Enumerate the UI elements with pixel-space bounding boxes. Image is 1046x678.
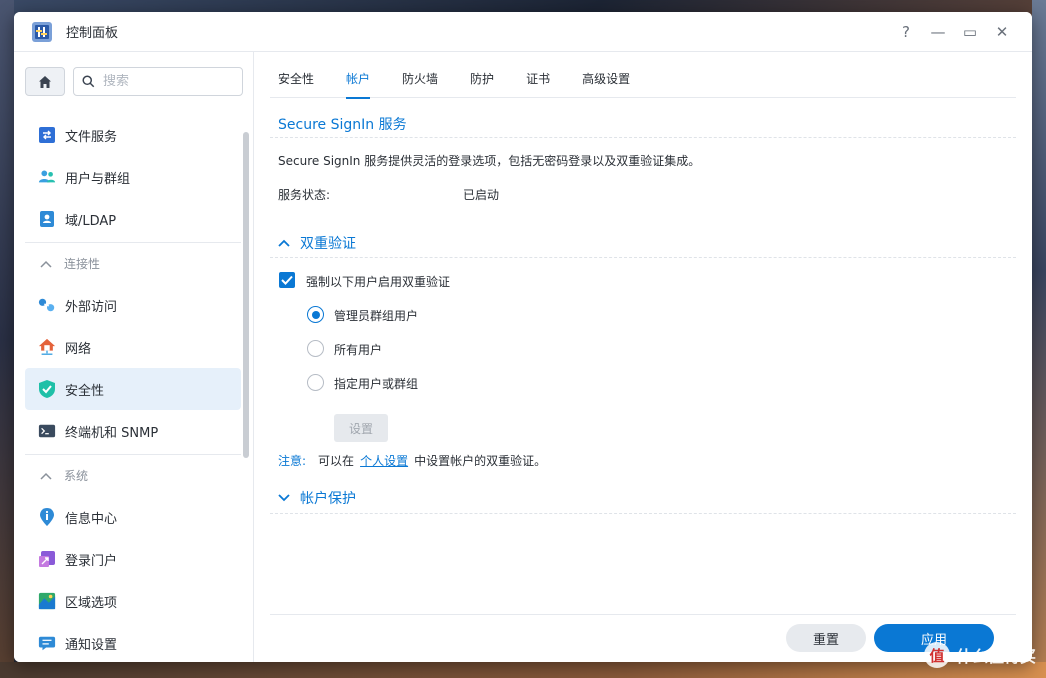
radio-all-users[interactable] [307, 340, 324, 357]
sidebar-item-label: 文件服务 [65, 129, 118, 145]
group-header-connectivity[interactable]: 连接性 [25, 242, 241, 284]
divider [270, 513, 1016, 514]
sidebar-scrollbar[interactable] [243, 132, 249, 458]
sidebar-item-label: 通知设置 [65, 637, 118, 653]
security-shield-icon [38, 380, 56, 398]
sidebar-item-info-center[interactable]: 信息中心 [25, 496, 241, 538]
tab-firewall[interactable]: 防火墙 [394, 64, 450, 98]
search-box[interactable] [73, 67, 243, 96]
sidebar-item-regional-options[interactable]: 区域选项 [25, 580, 241, 622]
wallpaper-right [1032, 0, 1046, 678]
main-panel: 安全性 帐户 防火墙 防护 证书 高级设置 Secure SignIn 服务 S… [254, 52, 1032, 662]
note-label: 注意: [278, 454, 307, 468]
file-services-icon [38, 126, 56, 144]
wallpaper-left [0, 0, 14, 678]
secure-signin-title: Secure SignIn 服务 [278, 117, 407, 133]
sidebar-item-label: 网络 [65, 341, 92, 357]
radio-admin-group-users[interactable] [307, 306, 324, 323]
note-row: 注意: 可以在 个人设置 中设置帐户的双重验证。 [278, 452, 546, 469]
secure-signin-description: Secure SignIn 服务提供灵活的登录选项，包括无密码登录以及双重验证集… [278, 154, 701, 168]
network-icon [38, 338, 56, 356]
personal-settings-link[interactable]: 个人设置 [360, 452, 408, 469]
watermark-text: 什么值得买 [955, 647, 1036, 666]
divider [270, 257, 1016, 258]
login-portal-icon [38, 550, 56, 568]
notification-icon [38, 634, 56, 652]
minimize-button[interactable]: — [922, 20, 954, 44]
window-title: 控制面板 [66, 26, 119, 41]
radio-label-specific-users-groups[interactable]: 指定用户或群组 [334, 375, 418, 392]
tab-security[interactable]: 安全性 [270, 64, 326, 98]
chevron-up-icon [278, 235, 290, 251]
sidebar-item-label: 信息中心 [65, 511, 118, 527]
reset-button[interactable]: 重置 [786, 624, 866, 652]
sidebar-item-label: 安全性 [65, 383, 105, 399]
sidebar-item-terminal-snmp[interactable]: 终端机和 SNMP [25, 410, 241, 452]
sidebar-item-domain-ldap[interactable]: 域/LDAP [25, 198, 241, 240]
control-panel-app-icon [30, 20, 54, 44]
terminal-icon [38, 422, 56, 440]
checkmark-icon [281, 275, 293, 285]
close-button[interactable]: ✕ [986, 20, 1018, 44]
group-header-system[interactable]: 系统 [25, 454, 241, 496]
service-status-label: 服务状态: [278, 188, 331, 202]
sidebar-item-label: 登录门户 [65, 553, 118, 569]
domain-ldap-icon [38, 210, 56, 228]
chevron-up-icon [40, 469, 52, 483]
sidebar-item-notification[interactable]: 通知设置 [25, 622, 241, 662]
note-prefix: 可以在 [318, 454, 355, 468]
divider [270, 137, 1016, 138]
group-label: 连接性 [64, 257, 101, 271]
tab-account[interactable]: 帐户 [338, 64, 382, 99]
sidebar-item-users-groups[interactable]: 用户与群组 [25, 156, 241, 198]
sidebar-item-label: 域/LDAP [65, 213, 117, 229]
home-icon [39, 75, 51, 88]
enforce-2fa-label[interactable]: 强制以下用户启用双重验证 [306, 273, 450, 290]
sidebar-item-label: 区域选项 [65, 595, 118, 611]
two-factor-section-header[interactable]: 双重验证 [278, 233, 356, 253]
search-icon [82, 75, 95, 88]
sidebar: 文件服务 用户与群组 域/LDAP [14, 52, 254, 662]
tab-protection[interactable]: 防护 [462, 64, 506, 98]
sidebar-item-external-access[interactable]: 外部访问 [25, 284, 241, 326]
help-button[interactable]: ? [890, 20, 922, 44]
note-suffix: 中设置帐户的双重验证。 [414, 454, 547, 468]
sidebar-item-login-portal[interactable]: 登录门户 [25, 538, 241, 580]
info-center-icon [38, 508, 56, 526]
sidebar-item-security[interactable]: 安全性 [25, 368, 241, 410]
watermark: 值 什么值得买 [923, 642, 1036, 668]
two-factor-title: 双重验证 [300, 236, 356, 252]
regional-options-icon [38, 592, 56, 610]
chevron-up-icon [40, 257, 52, 271]
tab-advanced[interactable]: 高级设置 [574, 64, 642, 98]
maximize-button[interactable]: ▭ [954, 20, 986, 44]
home-button[interactable] [25, 67, 65, 96]
chevron-down-icon [278, 490, 290, 506]
wallpaper-bottom [0, 662, 1046, 678]
service-status-value: 已启动 [463, 188, 500, 202]
control-panel-window: 控制面板 ? — ▭ ✕ 搜索 文件服务 用户与群组 域/LDAP 连接性 外部… [14, 12, 1032, 662]
enforce-2fa-checkbox[interactable] [279, 272, 295, 288]
footer-divider [270, 614, 1016, 615]
search-input[interactable] [102, 74, 234, 89]
sidebar-item-label: 外部访问 [65, 299, 118, 315]
radio-specific-users-groups[interactable] [307, 374, 324, 391]
radio-label-all-users[interactable]: 所有用户 [334, 341, 382, 358]
tab-certificate[interactable]: 证书 [518, 64, 562, 98]
external-access-icon [38, 296, 56, 314]
title-bar: 控制面板 ? — ▭ ✕ [14, 12, 1032, 52]
account-protection-title: 帐户保护 [300, 491, 356, 507]
sidebar-nav: 文件服务 用户与群组 域/LDAP 连接性 外部访问 网络 安全性 终端机和 S… [25, 114, 241, 662]
sidebar-item-label: 终端机和 SNMP [65, 425, 159, 441]
watermark-badge: 值 [923, 642, 950, 668]
sidebar-item-network[interactable]: 网络 [25, 326, 241, 368]
sidebar-item-label: 用户与群组 [65, 171, 131, 187]
sidebar-item-file-services[interactable]: 文件服务 [25, 114, 241, 156]
tab-bar: 安全性 帐户 防火墙 防护 证书 高级设置 [270, 64, 1016, 99]
radio-label-admin-group-users[interactable]: 管理员群组用户 [334, 307, 418, 324]
group-label: 系统 [64, 469, 89, 483]
account-protection-section-header[interactable]: 帐户保护 [278, 488, 356, 508]
settings-button-disabled[interactable]: 设置 [334, 414, 388, 442]
users-groups-icon [38, 168, 56, 186]
